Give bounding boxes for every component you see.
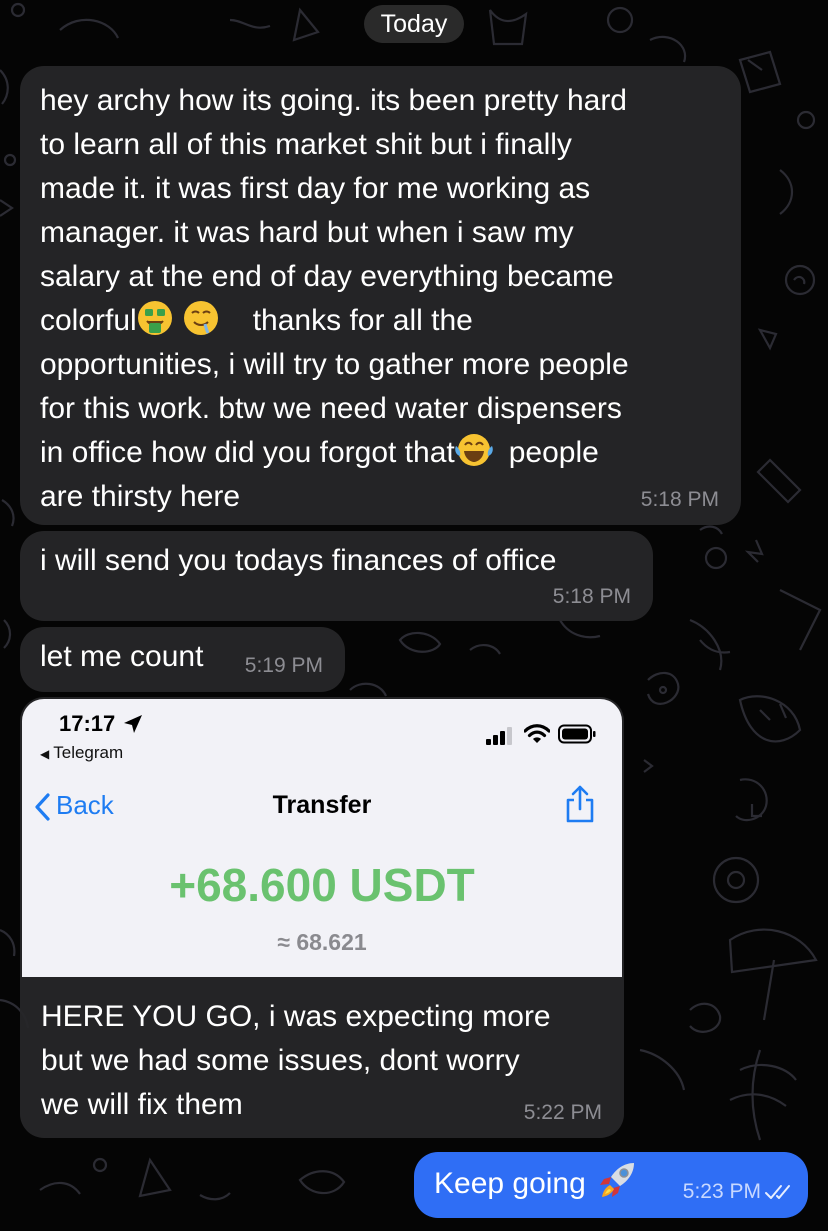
money-mouth-face-icon [137, 301, 172, 335]
message-text-fragment: in office how did you forgot that [40, 436, 455, 469]
message-bubble-incoming-with-image[interactable]: 17:17 ◀ Telegram Back Transfer +68.600 US… [20, 697, 624, 1138]
face-with-tears-of-joy-icon [454, 434, 493, 466]
message-text-fragment: colorful [40, 304, 137, 337]
message-timestamp: 5:23 PM [683, 1180, 794, 1204]
status-bar-clock: 17:17 [59, 711, 116, 736]
message-bubble-outgoing[interactable]: Keep going 5:23 PM [414, 1152, 808, 1218]
message-text: Keep going [434, 1167, 586, 1200]
message-text-line: to learn all of this market shit but i f… [40, 128, 572, 161]
transfer-amount: +68.600 USDT [169, 859, 475, 911]
message-timestamp: 5:18 PM [640, 488, 719, 511]
back-to-app-label: Telegram [53, 743, 124, 762]
nav-title: Transfer [272, 791, 372, 819]
cellular-signal-icon [486, 727, 512, 745]
message-text-line: for this work. btw we need water dispens… [40, 392, 622, 425]
message-text-line: colorful thanks for all the [40, 299, 721, 343]
message-text-line: made it. it was first day for me working… [40, 172, 591, 205]
drooling-face-icon [183, 301, 218, 335]
message-text-line: are thirsty here [40, 480, 241, 513]
message-text-line: hey archy how its going. its been pretty… [40, 84, 627, 117]
message-text-fragment: thanks for all the [252, 304, 473, 337]
transfer-approx-value: ≈ 68.621 [277, 929, 367, 955]
message-timestamp: 5:18 PM [552, 585, 631, 608]
wifi-icon [524, 724, 550, 743]
message-bubble-incoming[interactable]: hey archy how its going. its been pretty… [20, 66, 741, 525]
battery-icon [558, 724, 596, 744]
message-timestamp: 5:19 PM [244, 654, 323, 677]
message-bubble-incoming[interactable]: let me count 5:19 PM [20, 627, 345, 692]
attached-screenshot[interactable]: 17:17 ◀ Telegram Back Transfer +68.600 US… [22, 699, 622, 977]
message-text-line: manager. it was hard but when i saw my [40, 216, 574, 249]
message-time-label: 5:23 PM [682, 1180, 761, 1203]
message-text: i will send you todays finances of offic… [40, 544, 557, 577]
location-arrow-icon [124, 715, 142, 733]
message-bubble-incoming[interactable]: i will send you todays finances of offic… [20, 531, 653, 621]
message-text-line: in office how did you forgot that people [40, 431, 721, 475]
message-timestamp: 5:22 PM [523, 1101, 602, 1124]
share-icon[interactable] [564, 784, 596, 824]
message-text-line: opportunities, i will try to gather more… [40, 348, 629, 381]
message-text-line: HERE YOU GO, i was expecting more [41, 1000, 551, 1033]
back-to-app-link: ◀ Telegram [40, 743, 124, 762]
message-text-fragment: people [508, 436, 599, 469]
date-separator: Today [364, 5, 464, 43]
message-text-line: salary at the end of day everything beca… [40, 260, 614, 293]
rocket-icon [599, 1163, 634, 1197]
double-check-read-icon [765, 1185, 790, 1200]
chat-view[interactable]: Today hey archy how its going. its been … [0, 0, 828, 1231]
message-text-line: but we had some issues, dont worry [41, 1044, 520, 1077]
